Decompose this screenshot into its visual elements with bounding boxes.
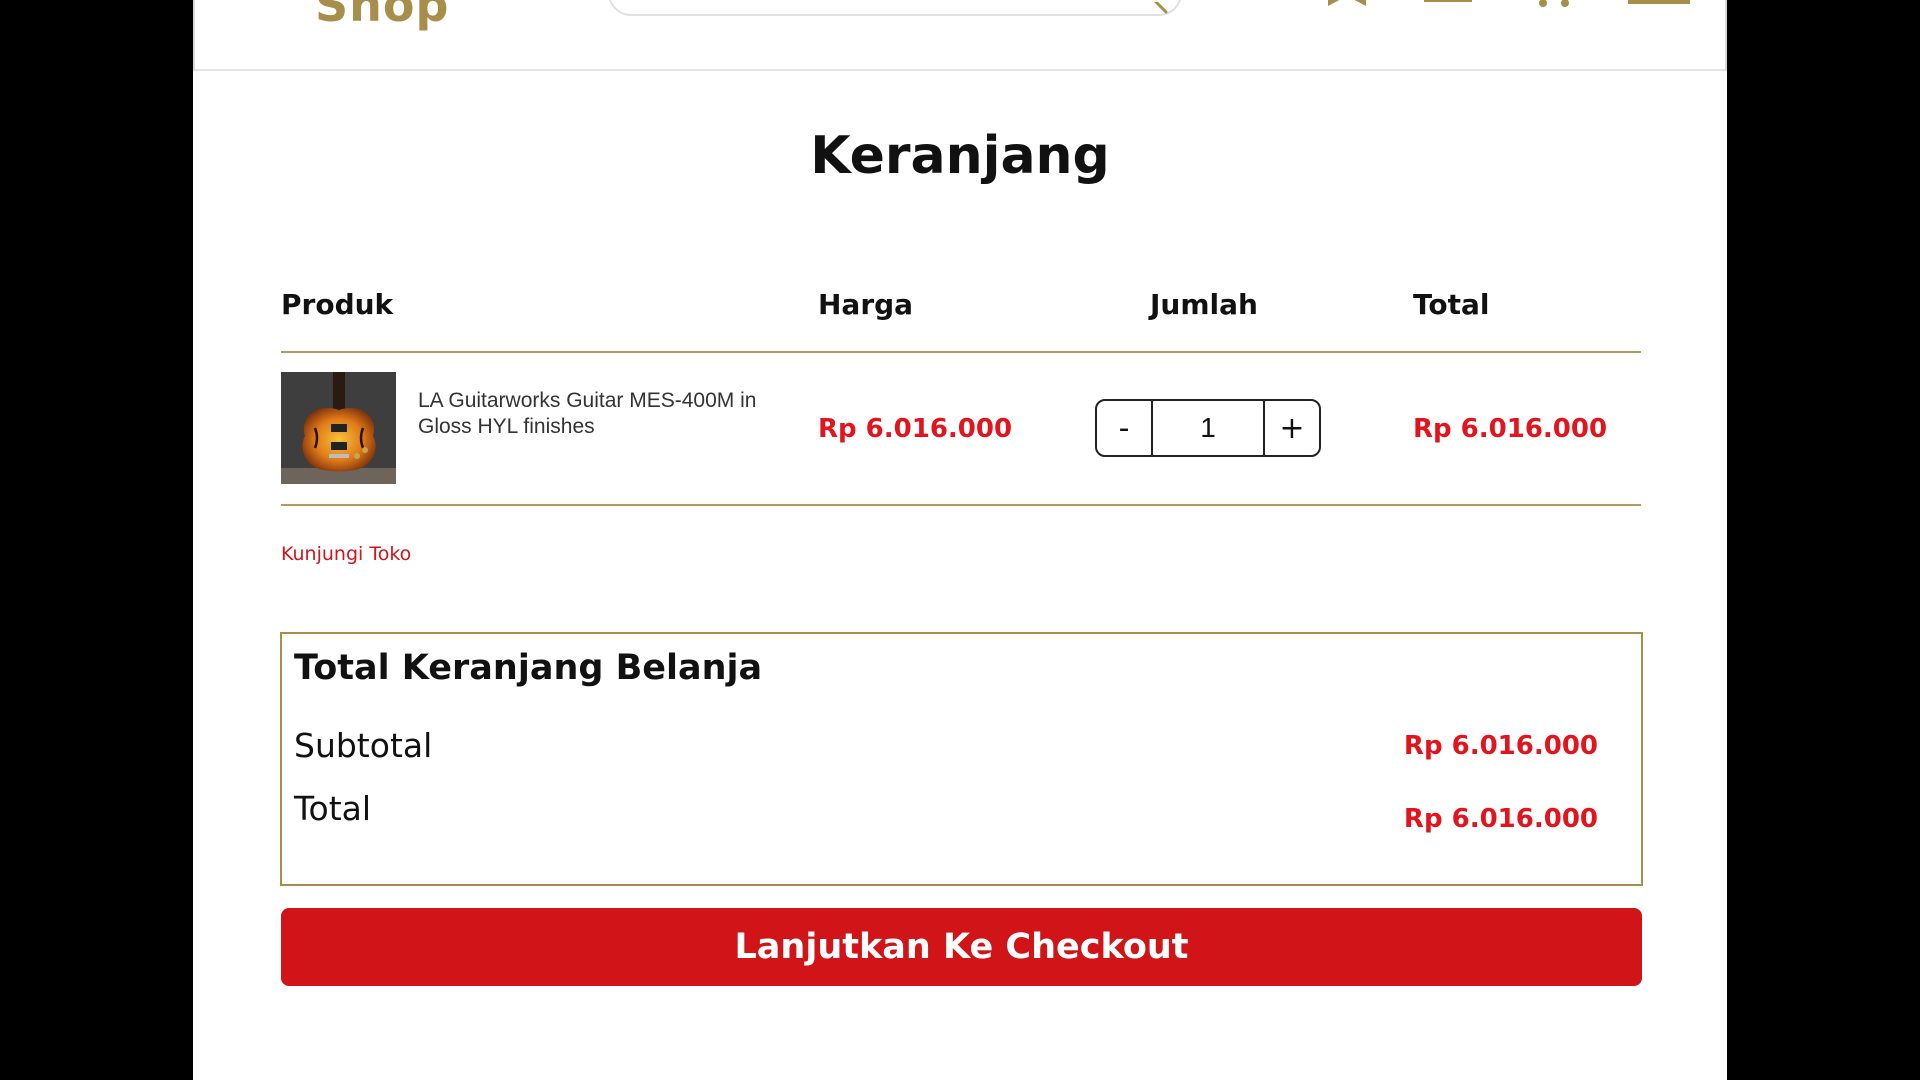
column-header-total: Total bbox=[1413, 288, 1490, 321]
header-border-left bbox=[193, 0, 195, 71]
table-divider-bottom bbox=[281, 504, 1641, 506]
header-border-right bbox=[1725, 0, 1727, 71]
search-icon[interactable] bbox=[1152, 2, 1172, 16]
visit-store-link[interactable]: Kunjungi Toko bbox=[281, 543, 411, 565]
line-total: Rp 6.016.000 bbox=[1413, 414, 1608, 444]
quantity-input[interactable]: 1 bbox=[1151, 401, 1265, 455]
table-divider-top bbox=[281, 351, 1641, 353]
column-header-product: Produk bbox=[281, 288, 394, 321]
menu-icon[interactable] bbox=[1424, 0, 1472, 4]
cart-icon[interactable] bbox=[1535, 0, 1575, 10]
guitar-image bbox=[281, 372, 396, 484]
mail-icon[interactable] bbox=[1628, 0, 1690, 6]
search-input[interactable] bbox=[608, 0, 1182, 16]
cart-page: Shop Keranjang Produk Harga Jumlah Total bbox=[193, 0, 1727, 1080]
subtotal-value: Rp 6.016.000 bbox=[1403, 731, 1598, 761]
page-title: Keranjang bbox=[810, 126, 1110, 186]
quantity-stepper: - 1 + bbox=[1095, 399, 1321, 457]
bookmark-icon[interactable] bbox=[1326, 0, 1368, 8]
header: Shop bbox=[193, 0, 1727, 71]
shop-logo[interactable]: Shop bbox=[315, 0, 449, 32]
cart-totals-title: Total Keranjang Belanja bbox=[294, 648, 763, 688]
decrease-quantity-button[interactable]: - bbox=[1097, 401, 1151, 455]
product-name[interactable]: LA Guitarworks Guitar MES-400M in Gloss … bbox=[418, 388, 788, 440]
product-price: Rp 6.016.000 bbox=[818, 414, 1013, 444]
subtotal-label: Subtotal bbox=[294, 726, 433, 765]
total-label: Total bbox=[294, 789, 372, 828]
column-header-quantity: Jumlah bbox=[1150, 288, 1258, 321]
checkout-button[interactable]: Lanjutkan Ke Checkout bbox=[281, 908, 1642, 986]
column-header-price: Harga bbox=[818, 288, 914, 321]
total-value: Rp 6.016.000 bbox=[1403, 804, 1598, 834]
product-thumbnail[interactable] bbox=[281, 372, 396, 484]
cart-totals-panel: Total Keranjang Belanja Subtotal Rp 6.01… bbox=[280, 632, 1643, 886]
increase-quantity-button[interactable]: + bbox=[1265, 401, 1319, 455]
